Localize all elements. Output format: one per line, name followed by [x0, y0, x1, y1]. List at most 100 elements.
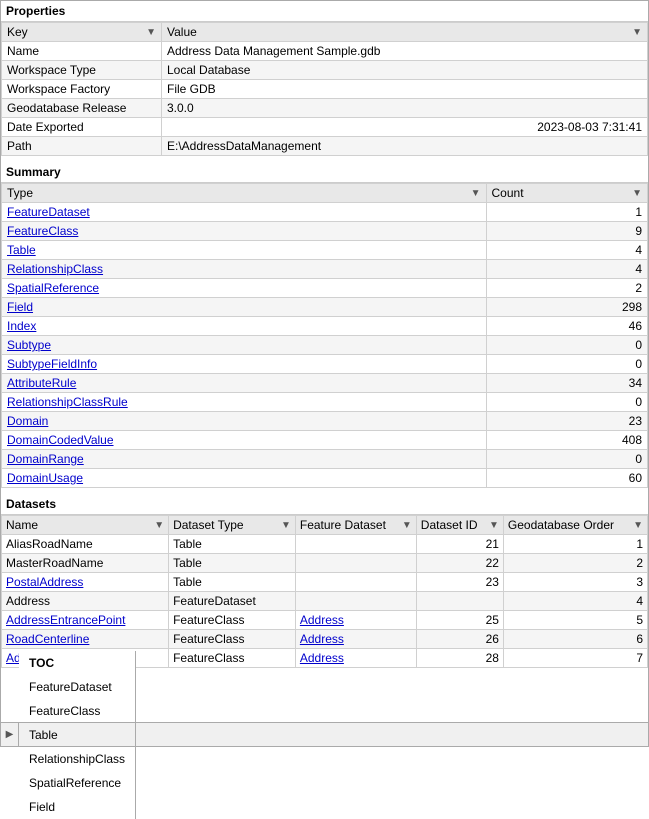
summary-type-link[interactable]: AttributeRule	[7, 376, 76, 390]
summary-type-link[interactable]: FeatureClass	[7, 224, 78, 238]
dataset-fd-link[interactable]: Address	[300, 651, 344, 665]
dataset-row: Address FeatureDataset 4	[2, 592, 648, 611]
summary-type-cell[interactable]: DomainUsage	[2, 469, 487, 488]
summary-row: SpatialReference 2	[2, 279, 648, 298]
tab-relationshipclass[interactable]: RelationshipClass	[19, 747, 136, 771]
ds-type-filter-icon[interactable]: ▼	[281, 520, 291, 531]
summary-type-link[interactable]: Subtype	[7, 338, 51, 352]
summary-type-link[interactable]: Table	[7, 243, 36, 257]
summary-type-link[interactable]: SubtypeFieldInfo	[7, 357, 97, 371]
summary-type-cell[interactable]: Field	[2, 298, 487, 317]
prop-value-header[interactable]: Value ▼	[162, 23, 648, 42]
summary-count-header[interactable]: Count ▼	[486, 184, 648, 203]
summary-type-link[interactable]: RelationshipClassRule	[7, 395, 128, 409]
ds-order-header[interactable]: Geodatabase Order ▼	[503, 516, 647, 535]
ds-order-filter-icon[interactable]: ▼	[633, 520, 643, 531]
summary-table: Type ▼ Count ▼ FeatureDataset 1	[1, 183, 648, 488]
summary-type-cell[interactable]: Domain	[2, 412, 487, 431]
tab-field[interactable]: Field	[19, 795, 136, 819]
ds-feat-filter-icon[interactable]: ▼	[402, 520, 412, 531]
dataset-fd-link[interactable]: Address	[300, 613, 344, 627]
summary-type-cell[interactable]: FeatureDataset	[2, 203, 487, 222]
summary-type-cell[interactable]: DomainRange	[2, 450, 487, 469]
dataset-id-cell: 21	[416, 535, 503, 554]
ds-id-filter-icon[interactable]: ▼	[489, 520, 499, 531]
tab-scroll-arrow[interactable]: ▶	[1, 723, 19, 747]
summary-type-link[interactable]: DomainRange	[7, 452, 84, 466]
summary-row: DomainCodedValue 408	[2, 431, 648, 450]
summary-row: Field 298	[2, 298, 648, 317]
dataset-order-cell: 4	[503, 592, 647, 611]
dataset-type-cell: FeatureDataset	[169, 592, 296, 611]
summary-type-header[interactable]: Type ▼	[2, 184, 487, 203]
dataset-name-link[interactable]: AddressEntrancePoint	[6, 613, 125, 627]
summary-row: DomainRange 0	[2, 450, 648, 469]
dataset-fd-cell	[295, 554, 416, 573]
summary-type-link[interactable]: DomainCodedValue	[7, 433, 114, 447]
dataset-type-cell: FeatureClass	[169, 611, 296, 630]
dataset-fd-link[interactable]: Address	[300, 632, 344, 646]
summary-row: AttributeRule 34	[2, 374, 648, 393]
summary-type-cell[interactable]: Table	[2, 241, 487, 260]
summary-header: Summary	[1, 162, 648, 183]
summary-count-cell: 0	[486, 393, 648, 412]
dataset-order-cell: 6	[503, 630, 647, 649]
dataset-name-text: Address	[6, 594, 50, 608]
prop-row: Workspace Type Local Database	[2, 61, 648, 80]
summary-row: RelationshipClassRule 0	[2, 393, 648, 412]
ds-feat-header[interactable]: Feature Dataset ▼	[295, 516, 416, 535]
tab-featureclass[interactable]: FeatureClass	[19, 699, 136, 723]
summary-row: Domain 23	[2, 412, 648, 431]
summary-type-link[interactable]: FeatureDataset	[7, 205, 90, 219]
summary-type-cell[interactable]: RelationshipClassRule	[2, 393, 487, 412]
summary-count-cell: 60	[486, 469, 648, 488]
summary-type-cell[interactable]: DomainCodedValue	[2, 431, 487, 450]
prop-row: Date Exported 2023-08-03 7:31:41	[2, 118, 648, 137]
summary-type-cell[interactable]: FeatureClass	[2, 222, 487, 241]
summary-type-link[interactable]: Domain	[7, 414, 48, 428]
ds-type-header[interactable]: Dataset Type ▼	[169, 516, 296, 535]
summary-type-cell[interactable]: SpatialReference	[2, 279, 487, 298]
summary-count-cell: 4	[486, 260, 648, 279]
summary-type-cell[interactable]: AttributeRule	[2, 374, 487, 393]
count-filter-icon[interactable]: ▼	[632, 188, 642, 199]
dataset-row: MasterRoadName Table 22 2	[2, 554, 648, 573]
type-filter-icon[interactable]: ▼	[471, 188, 481, 199]
dataset-id-cell: 25	[416, 611, 503, 630]
ds-name-header[interactable]: Name ▼	[2, 516, 169, 535]
summary-row: FeatureDataset 1	[2, 203, 648, 222]
dataset-name-cell: PostalAddress	[2, 573, 169, 592]
dataset-fd-cell	[295, 592, 416, 611]
summary-count-cell: 9	[486, 222, 648, 241]
prop-row: Geodatabase Release 3.0.0	[2, 99, 648, 118]
dataset-order-cell: 5	[503, 611, 647, 630]
tab-spatialreference[interactable]: SpatialReference	[19, 771, 136, 795]
summary-type-cell[interactable]: SubtypeFieldInfo	[2, 355, 487, 374]
dataset-id-cell: 26	[416, 630, 503, 649]
summary-type-link[interactable]: SpatialReference	[7, 281, 99, 295]
summary-type-cell[interactable]: Subtype	[2, 336, 487, 355]
value-filter-icon[interactable]: ▼	[632, 27, 642, 38]
dataset-type-cell: Table	[169, 573, 296, 592]
tab-table[interactable]: Table	[19, 723, 136, 747]
dataset-name-link[interactable]: RoadCenterline	[6, 632, 89, 646]
properties-header: Properties	[1, 1, 648, 22]
tab-featuredataset[interactable]: FeatureDataset	[19, 675, 136, 699]
dataset-name-link[interactable]: PostalAddress	[6, 575, 83, 589]
summary-type-link[interactable]: RelationshipClass	[7, 262, 103, 276]
prop-value-cell: 2023-08-03 7:31:41	[162, 118, 648, 137]
summary-type-cell[interactable]: RelationshipClass	[2, 260, 487, 279]
prop-key-header[interactable]: Key ▼	[2, 23, 162, 42]
dataset-fd-cell: Address	[295, 630, 416, 649]
key-filter-icon[interactable]: ▼	[146, 27, 156, 38]
prop-value-cell: Address Data Management Sample.gdb	[162, 42, 648, 61]
ds-id-header[interactable]: Dataset ID ▼	[416, 516, 503, 535]
tab-toc[interactable]: TOC	[19, 651, 136, 675]
summary-type-link[interactable]: DomainUsage	[7, 471, 83, 485]
ds-name-filter-icon[interactable]: ▼	[154, 520, 164, 531]
summary-type-cell[interactable]: Index	[2, 317, 487, 336]
summary-type-link[interactable]: Index	[7, 319, 36, 333]
prop-value-cell: E:\AddressDataManagement	[162, 137, 648, 156]
summary-type-link[interactable]: Field	[7, 300, 33, 314]
summary-count-cell: 4	[486, 241, 648, 260]
